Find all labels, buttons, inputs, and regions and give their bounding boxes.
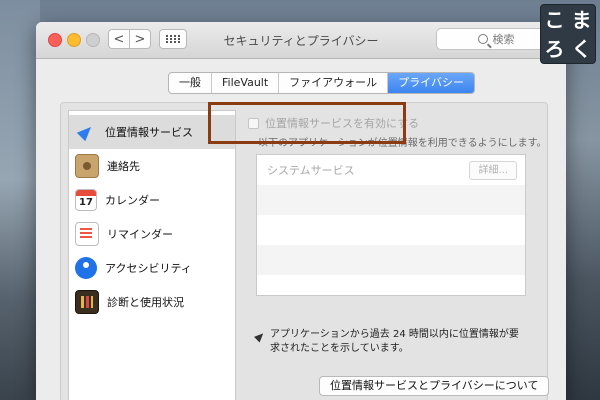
desktop-background-left — [0, 0, 40, 400]
tab-filevault[interactable]: FileVault — [212, 73, 280, 93]
search-icon — [477, 34, 488, 44]
sidebar-item-label: アクセシビリティ — [105, 262, 192, 275]
sidebar-item-reminders[interactable]: リマインダー — [69, 217, 235, 251]
title-bar: < > セキュリティとプライバシー 検索 — [36, 22, 566, 59]
chevron-left-icon: < — [113, 31, 125, 47]
forward-button[interactable]: > — [129, 29, 151, 49]
search-placeholder: 検索 — [492, 33, 515, 46]
list-item — [257, 275, 525, 295]
list-item-label: システムサービス — [267, 164, 355, 177]
tab-bar: 一般 FileVault ファイアウォール プライバシー — [168, 72, 475, 94]
list-item — [257, 245, 525, 275]
sidebar-item-contacts[interactable]: 連絡先 — [69, 149, 235, 183]
tab-firewall[interactable]: ファイアウォール — [279, 73, 389, 93]
logo-char: ろ — [544, 36, 565, 61]
tab-privacy[interactable]: プライバシー — [388, 73, 474, 93]
list-item — [257, 185, 525, 215]
reminders-list-icon — [75, 222, 99, 246]
list-item — [257, 215, 525, 245]
diagnostics-icon — [75, 290, 99, 314]
sidebar-item-label: リマインダー — [107, 228, 173, 241]
calendar-icon: 17 — [75, 189, 97, 211]
sidebar-item-label: 連絡先 — [107, 160, 140, 173]
logo-char: ま — [571, 7, 592, 32]
privacy-category-list: 位置情報サービス 連絡先 17 カレンダー リマインダー アクセシビリティ 診断… — [68, 110, 236, 400]
grid-dots-icon — [166, 35, 180, 43]
minimize-window-button[interactable] — [67, 33, 81, 47]
accessibility-icon — [75, 257, 97, 279]
calendar-day: 17 — [79, 197, 93, 208]
zoom-window-button[interactable] — [86, 33, 100, 47]
contacts-book-icon — [75, 154, 99, 178]
location-arrow-small-icon — [253, 330, 267, 343]
chevron-right-icon: > — [134, 31, 146, 47]
tab-general[interactable]: 一般 — [169, 73, 212, 93]
site-logo: こ ま ろ く — [540, 4, 596, 64]
window-title: セキュリティとプライバシー — [223, 34, 379, 48]
sidebar-item-label: 位置情報サービス — [105, 126, 193, 139]
logo-char: く — [571, 36, 592, 61]
recent-usage-note: アプリケーションから過去 24 時間以内に位置情報が要求されたことを示しています… — [253, 328, 526, 356]
sidebar-item-label: 診断と使用状況 — [107, 296, 184, 309]
about-location-privacy-button[interactable]: 位置情報サービスとプライバシーについて — [319, 376, 550, 396]
search-field[interactable]: 検索 — [436, 28, 556, 50]
sidebar-item-label: カレンダー — [105, 194, 160, 207]
sidebar-item-calendar[interactable]: 17 カレンダー — [69, 183, 235, 217]
annotation-highlight-box — [208, 102, 406, 144]
details-button[interactable]: 詳細... — [469, 161, 517, 180]
logo-char: こ — [544, 7, 565, 32]
location-arrow-icon — [75, 121, 97, 143]
list-item[interactable]: システムサービス 詳細... — [257, 155, 525, 185]
sidebar-item-accessibility[interactable]: アクセシビリティ — [69, 251, 235, 285]
back-button[interactable]: < — [108, 29, 130, 49]
show-all-button[interactable] — [159, 29, 187, 49]
sidebar-item-diagnostics[interactable]: 診断と使用状況 — [69, 285, 235, 319]
location-apps-list[interactable]: システムサービス 詳細... — [256, 154, 526, 296]
recent-usage-text: アプリケーションから過去 24 時間以内に位置情報が要求されたことを示しています… — [270, 329, 519, 354]
security-privacy-window: < > セキュリティとプライバシー 検索 一般 FileVault ファイアウォ… — [36, 22, 566, 400]
location-services-panel: 位置情報サービスを有効にする 以下のアプリケーションが位置情報を利用できるように… — [242, 110, 550, 396]
close-window-button[interactable] — [48, 33, 62, 47]
